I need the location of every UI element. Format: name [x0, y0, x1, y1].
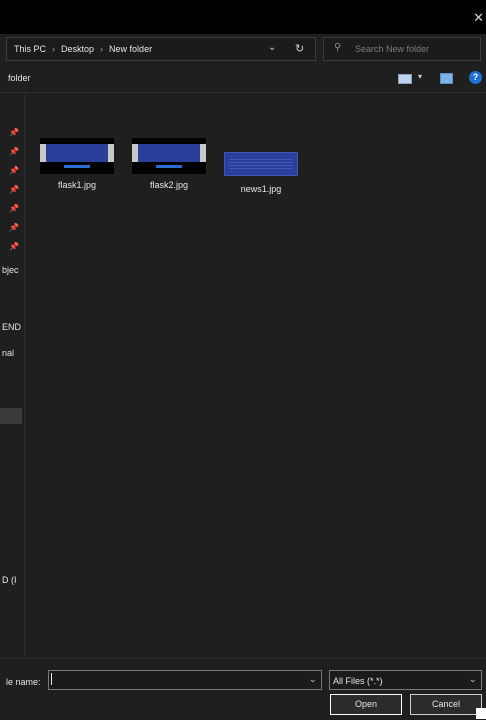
- search-icon: ⚲: [334, 42, 342, 53]
- title-bar: [0, 0, 486, 34]
- file-name-input[interactable]: [48, 670, 322, 690]
- image-thumbnail: [40, 138, 114, 174]
- text-caret: [51, 673, 52, 685]
- refresh-icon[interactable]: ↻: [295, 42, 304, 55]
- breadcrumb-separator: ›: [52, 44, 56, 54]
- breadcrumb-new-folder[interactable]: New folder: [109, 44, 152, 54]
- pin-icon[interactable]: 📌: [9, 242, 19, 251]
- search-placeholder: Search New folder: [355, 44, 430, 54]
- breadcrumb: This PC › Desktop › New folder: [14, 44, 152, 54]
- nav-item-objects[interactable]: bjec: [2, 265, 19, 275]
- pin-icon[interactable]: 📌: [9, 204, 19, 213]
- file-item[interactable]: news1.jpg: [221, 152, 301, 194]
- toolbar: [0, 64, 486, 93]
- file-item[interactable]: flask2.jpg: [129, 138, 209, 190]
- breadcrumb-this-pc[interactable]: This PC: [14, 44, 46, 54]
- close-icon[interactable]: ✕: [473, 11, 484, 24]
- chevron-down-icon[interactable]: ⌄: [469, 674, 477, 685]
- file-name: flask1.jpg: [57, 180, 97, 190]
- nav-item-nal[interactable]: nal: [2, 348, 14, 358]
- file-name: flask2.jpg: [149, 180, 189, 190]
- file-type-value: All Files (*.*): [333, 676, 383, 686]
- resize-grip[interactable]: [476, 708, 486, 719]
- nav-item-drive[interactable]: D (I: [2, 575, 17, 585]
- file-item[interactable]: flask1.jpg: [37, 138, 117, 190]
- help-icon[interactable]: ?: [469, 71, 482, 84]
- nav-item-selected[interactable]: [0, 408, 22, 424]
- file-name-label: le name:: [6, 677, 41, 687]
- pin-icon[interactable]: 📌: [9, 223, 19, 232]
- cancel-button[interactable]: Cancel: [410, 694, 482, 715]
- nav-item-end[interactable]: END: [2, 322, 21, 332]
- pin-icon[interactable]: 📌: [9, 185, 19, 194]
- chevron-down-icon[interactable]: ⌄: [268, 42, 276, 53]
- image-thumbnail: [132, 138, 206, 174]
- preview-pane-icon[interactable]: [440, 73, 453, 84]
- file-name: news1.jpg: [240, 184, 282, 194]
- change-view-icon[interactable]: [398, 74, 412, 84]
- chevron-down-icon[interactable]: ⌄: [309, 674, 317, 685]
- pin-icon[interactable]: 📌: [9, 128, 19, 137]
- new-folder-button[interactable]: folder: [8, 73, 31, 83]
- breadcrumb-separator: ›: [100, 44, 104, 54]
- image-thumbnail: [224, 152, 298, 176]
- navigation-pane: [0, 93, 25, 658]
- open-button[interactable]: Open: [330, 694, 402, 715]
- view-dropdown-icon[interactable]: ▾: [418, 72, 422, 81]
- pin-icon[interactable]: 📌: [9, 147, 19, 156]
- breadcrumb-desktop[interactable]: Desktop: [61, 44, 94, 54]
- pin-icon[interactable]: 📌: [9, 166, 19, 175]
